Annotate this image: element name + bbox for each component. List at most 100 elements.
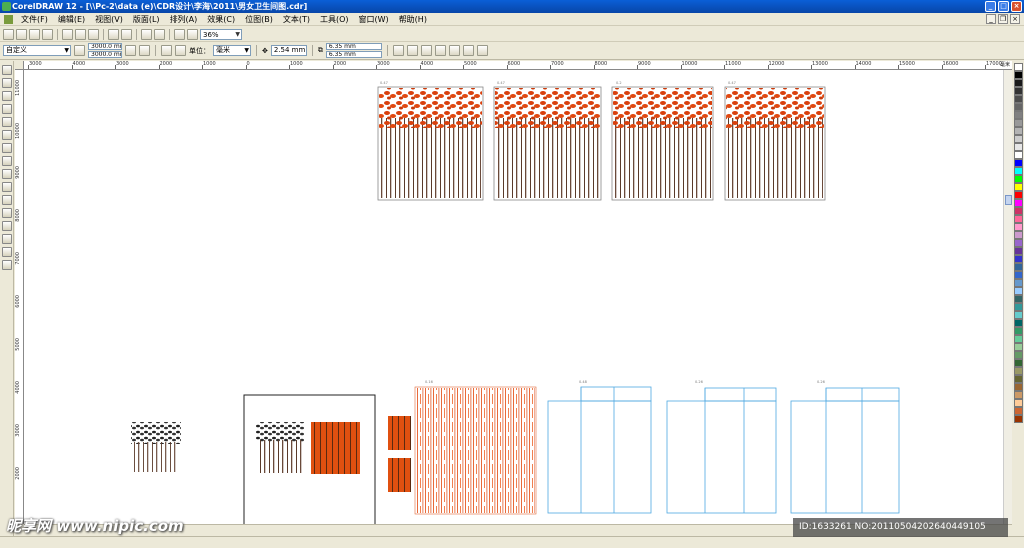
tree-panel-4[interactable] (724, 86, 826, 201)
menu-view[interactable]: 视图(V) (90, 14, 128, 25)
export-icon[interactable] (154, 28, 165, 40)
copy-icon[interactable] (75, 28, 86, 40)
landscape-icon[interactable] (139, 45, 150, 56)
color-swatch[interactable] (1013, 127, 1023, 135)
snap-to-objects-icon[interactable] (420, 45, 432, 56)
vertical-scrollbar[interactable] (1003, 70, 1012, 524)
wireframe-layout-2[interactable] (666, 387, 777, 514)
ruler-origin[interactable] (15, 61, 24, 70)
color-swatch[interactable] (1013, 327, 1023, 335)
wireframe-layout-3[interactable] (790, 387, 900, 514)
smart-fill-tool-icon[interactable] (1, 130, 12, 140)
color-swatch[interactable] (1013, 71, 1023, 79)
document-icon[interactable] (4, 14, 13, 24)
paste-icon[interactable] (88, 28, 99, 40)
color-swatch[interactable] (1013, 103, 1023, 111)
interactive-blend-tool-icon[interactable] (1, 208, 12, 218)
color-swatch[interactable] (1013, 279, 1023, 287)
save-icon[interactable] (29, 28, 40, 40)
menu-effects[interactable]: 效果(C) (202, 14, 240, 25)
page-size-select[interactable]: 自定义 (3, 45, 71, 56)
orange-sample-2[interactable] (388, 458, 411, 492)
basic-shapes-tool-icon[interactable] (1, 182, 12, 192)
orange-line-panel[interactable] (414, 386, 537, 515)
undo-icon[interactable] (108, 28, 119, 40)
color-swatch[interactable] (1013, 367, 1023, 375)
fill-tool-icon[interactable] (1, 247, 12, 257)
color-swatch[interactable] (1013, 199, 1023, 207)
color-swatch[interactable] (1013, 111, 1023, 119)
duplicate-x-field[interactable]: 6.35 mm (325, 43, 382, 50)
menu-text[interactable]: 文本(T) (278, 14, 315, 25)
color-swatch[interactable] (1013, 319, 1023, 327)
crop-tool-icon[interactable] (1, 91, 12, 101)
page-width-field[interactable]: 3000.0 mm (88, 43, 122, 50)
portrait-icon[interactable] (125, 45, 136, 56)
color-swatch[interactable] (1013, 135, 1023, 143)
snap-to-grid-icon[interactable] (392, 45, 404, 56)
nudge-distance-field[interactable]: 2.54 mm (270, 45, 307, 56)
color-swatch[interactable] (1013, 359, 1023, 367)
doc-close-button[interactable]: × (1010, 14, 1020, 24)
color-swatch[interactable] (1013, 191, 1023, 199)
color-swatch[interactable] (1013, 351, 1023, 359)
new-icon[interactable] (3, 28, 14, 40)
color-swatch[interactable] (1013, 271, 1023, 279)
draw-preview-icon[interactable] (462, 45, 474, 56)
corel-online-icon[interactable] (187, 28, 198, 40)
menu-bitmaps[interactable]: 位图(B) (240, 14, 278, 25)
color-swatch[interactable] (1013, 175, 1023, 183)
menu-edit[interactable]: 编辑(E) (53, 14, 90, 25)
drawing-canvas[interactable]: 0.47 0.47 0.2 0.47 0.16 0.48 0.26 0.26 (24, 70, 1012, 524)
color-swatch[interactable] (1013, 207, 1023, 215)
maximize-button[interactable]: □ (998, 1, 1009, 12)
tree-panel-3[interactable] (611, 86, 714, 201)
unit-select[interactable]: 毫米 (213, 45, 251, 56)
tree-panel-2[interactable] (493, 86, 602, 201)
color-swatch[interactable] (1013, 391, 1023, 399)
color-swatch[interactable] (1013, 255, 1023, 263)
color-swatch[interactable] (1013, 79, 1023, 87)
color-swatch[interactable] (1013, 151, 1023, 159)
polygon-tool-icon[interactable] (1, 169, 12, 179)
pick-tool-icon[interactable] (1, 65, 12, 75)
menu-file[interactable]: 文件(F) (16, 14, 53, 25)
dark-tree-cluster[interactable] (131, 422, 181, 472)
doc-minimize-button[interactable]: _ (986, 14, 996, 24)
vertical-ruler[interactable]: 11000 10000 9000 8000 7000 6000 5000 4000 3000 20… (15, 70, 24, 524)
snap-to-guidelines-icon[interactable] (406, 45, 418, 56)
wireframe-layout-1[interactable] (547, 386, 652, 514)
color-swatch[interactable] (1013, 231, 1023, 239)
page-frame[interactable] (243, 394, 376, 524)
dynamic-guides-icon[interactable] (434, 45, 446, 56)
color-swatch[interactable] (1013, 247, 1023, 255)
interactive-fill-tool-icon[interactable] (1, 260, 12, 270)
color-swatch[interactable] (1013, 263, 1023, 271)
duplicate-y-field[interactable]: 6.35 mm (325, 51, 382, 58)
color-swatch[interactable] (1013, 215, 1023, 223)
menu-layout[interactable]: 版面(L) (128, 14, 165, 25)
menu-tools[interactable]: 工具(O) (315, 14, 354, 25)
color-swatch[interactable] (1013, 311, 1023, 319)
color-swatch[interactable] (1013, 335, 1023, 343)
shape-tool-icon[interactable] (1, 78, 12, 88)
color-swatch[interactable] (1013, 303, 1023, 311)
open-icon[interactable] (16, 28, 27, 40)
orange-sample-1[interactable] (388, 416, 411, 450)
menu-arrange[interactable]: 排列(A) (165, 14, 203, 25)
redo-icon[interactable] (121, 28, 132, 40)
color-swatch[interactable] (1013, 159, 1023, 167)
cut-icon[interactable] (62, 28, 73, 40)
menu-help[interactable]: 帮助(H) (394, 14, 432, 25)
color-swatch[interactable] (1013, 287, 1023, 295)
color-swatch[interactable] (1013, 407, 1023, 415)
current-page-icon[interactable] (175, 45, 186, 56)
outline-tool-icon[interactable] (1, 234, 12, 244)
color-swatch[interactable] (1013, 167, 1023, 175)
zoom-level-select[interactable]: 36% (200, 28, 242, 40)
text-tool-icon[interactable] (1, 195, 12, 205)
color-swatch[interactable] (1013, 143, 1023, 151)
horizontal-ruler[interactable]: 毫米 3000 4000 3000 2000 1000 0 1000 2000 3000 4000… (24, 61, 1012, 70)
color-swatch[interactable] (1013, 239, 1023, 247)
close-button[interactable]: × (1011, 1, 1022, 12)
